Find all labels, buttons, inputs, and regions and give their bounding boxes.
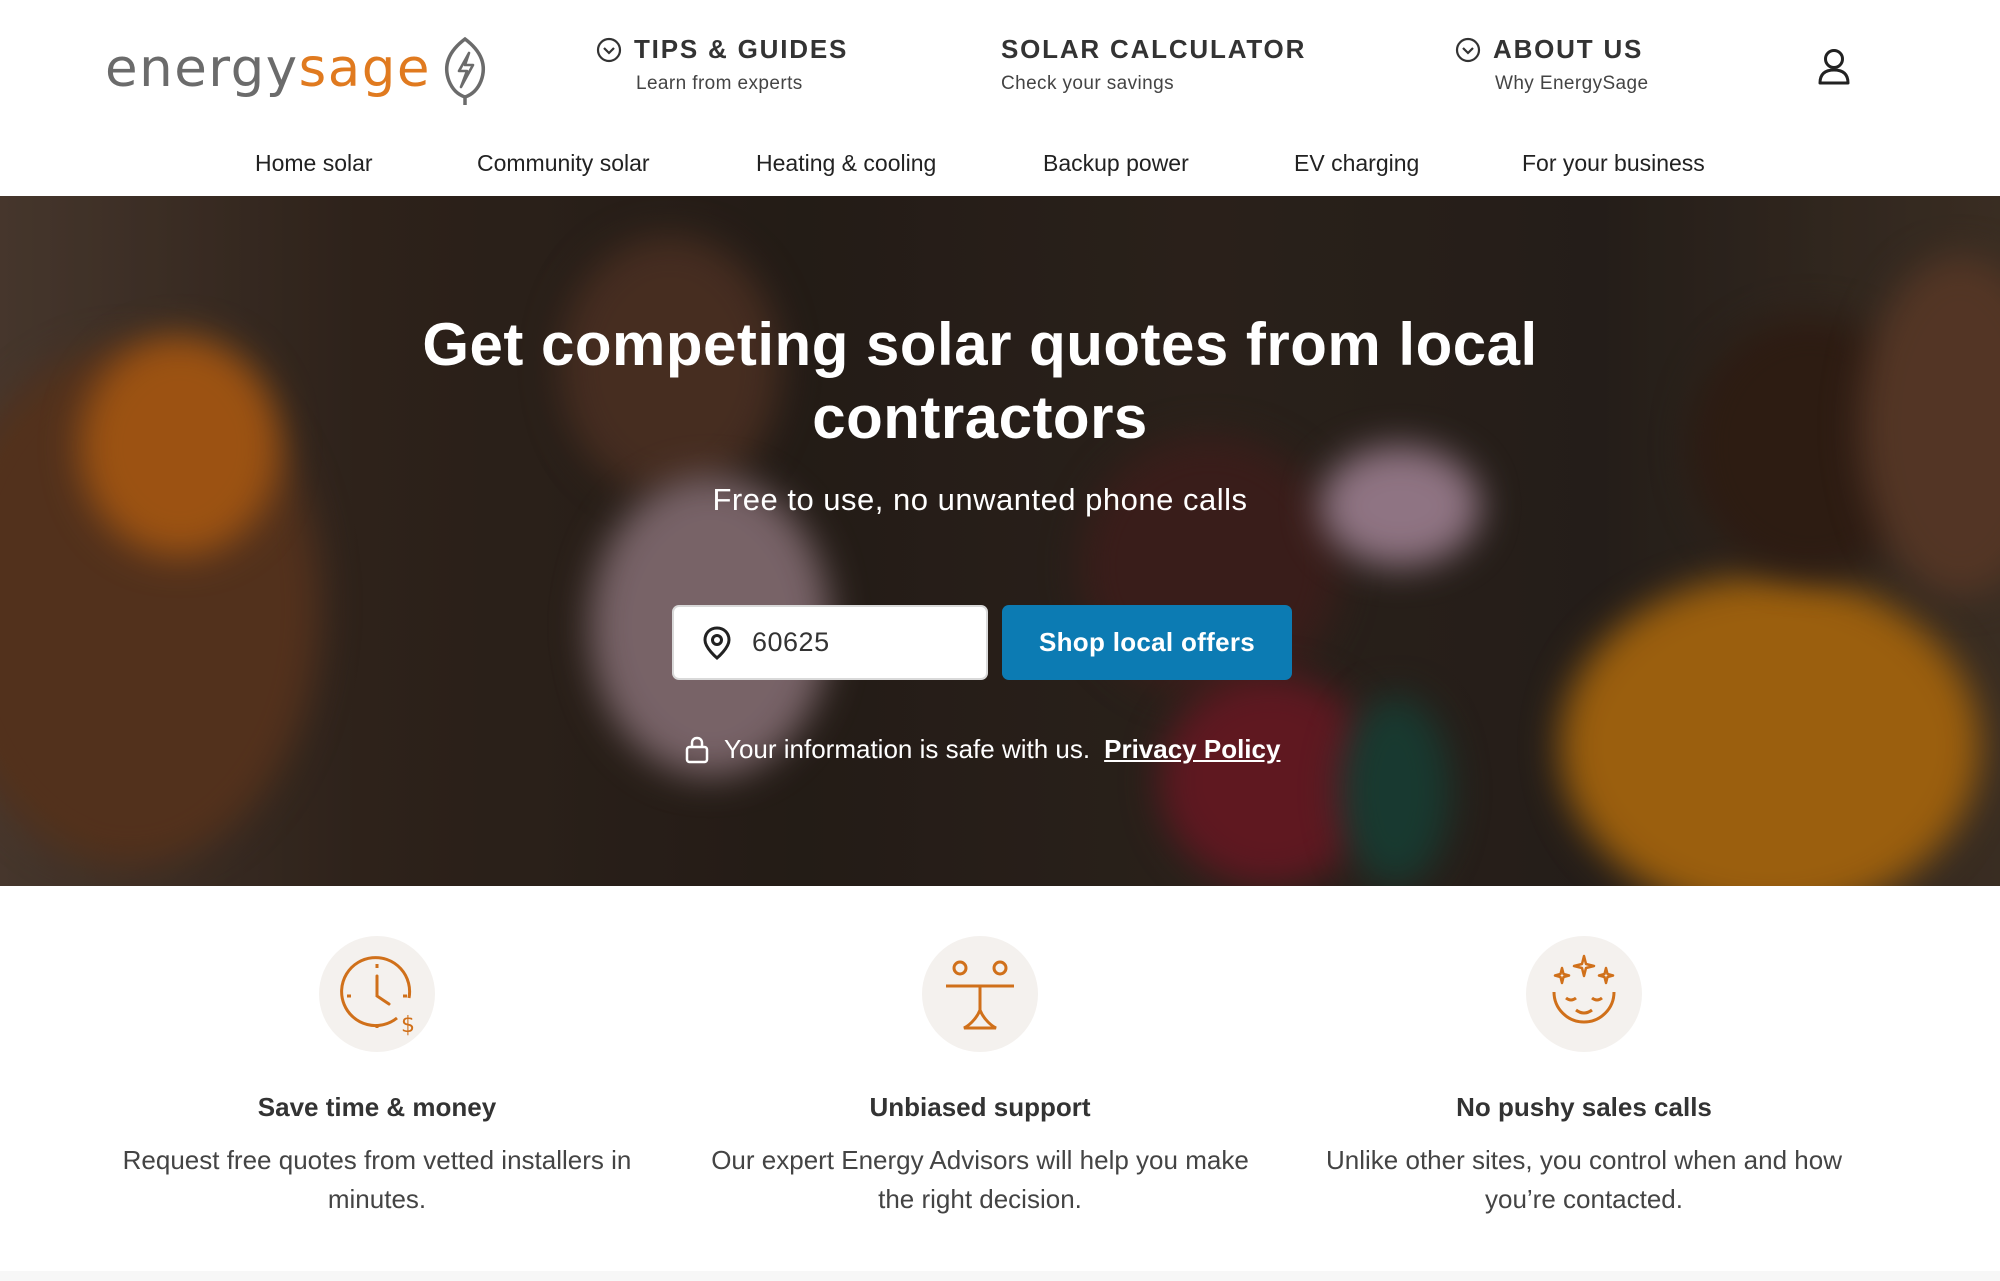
shop-local-offers-button[interactable]: Shop local offers bbox=[1002, 605, 1292, 680]
nav-tips-label: TIPS & GUIDES bbox=[634, 34, 849, 64]
feature-title: No pushy sales calls bbox=[1456, 1092, 1712, 1122]
logo-text-sage: sage bbox=[298, 37, 432, 99]
feature-icon-circle: $ bbox=[319, 936, 435, 1052]
energysage-logo[interactable]: energy sage bbox=[105, 28, 497, 108]
category-nav: Home solar Community solar Heating & coo… bbox=[0, 150, 2000, 186]
calm-face-sparkles-icon bbox=[1552, 954, 1616, 1024]
feature-save-time: $ Save time & money Request free quotes … bbox=[97, 886, 657, 1219]
privacy-policy-link[interactable]: Privacy Policy bbox=[1104, 734, 1280, 765]
leaf-lightning-icon bbox=[444, 36, 486, 105]
nav-about-label: ABOUT US bbox=[1493, 34, 1644, 64]
subnav-backup-power[interactable]: Backup power bbox=[1043, 150, 1189, 177]
lock-icon bbox=[685, 736, 709, 763]
feature-title: Unbiased support bbox=[869, 1092, 1091, 1122]
zip-code-input[interactable] bbox=[752, 627, 952, 658]
hero-tagline: Free to use, no unwanted phone calls bbox=[712, 482, 1248, 517]
balance-scale-icon bbox=[946, 960, 1014, 1030]
subnav-for-your-business[interactable]: For your business bbox=[1522, 150, 1705, 177]
privacy-text: Your information is safe with us. bbox=[724, 734, 1091, 764]
hero-overlay bbox=[0, 196, 2000, 886]
nav-about-sub: Why EnergySage bbox=[1495, 73, 1649, 94]
features-section: $ Save time & money Request free quotes … bbox=[0, 886, 2000, 1271]
feature-unbiased-support: Unbiased support Our expert Energy Advis… bbox=[700, 886, 1260, 1219]
privacy-notice: Your information is safe with us. Privac… bbox=[684, 734, 1280, 765]
site-header: energy sage TIPS & GUIDES Learn from expe… bbox=[0, 0, 2000, 196]
nav-tips-sub: Learn from experts bbox=[636, 73, 803, 94]
feature-title: Save time & money bbox=[257, 1092, 497, 1122]
location-pin-icon bbox=[703, 625, 731, 660]
subnav-heating-cooling[interactable]: Heating & cooling bbox=[756, 150, 936, 177]
nav-about-us[interactable]: ABOUT US Why EnergySage bbox=[1455, 34, 1648, 95]
feature-icon-circle bbox=[922, 936, 1038, 1052]
nav-solar-calculator[interactable]: SOLAR CALCULATOR Check your savings bbox=[1001, 34, 1306, 95]
nav-calc-sub: Check your savings bbox=[1001, 73, 1174, 94]
clock-dollar-icon: $ bbox=[340, 956, 415, 1036]
subnav-home-solar[interactable]: Home solar bbox=[255, 150, 373, 177]
user-icon[interactable] bbox=[1814, 46, 1854, 86]
feature-text: Request free quotes from vetted installe… bbox=[122, 1145, 632, 1214]
subnav-community-solar[interactable]: Community solar bbox=[477, 150, 650, 177]
svg-text:$: $ bbox=[401, 1013, 415, 1036]
nav-tips-guides[interactable]: TIPS & GUIDES Learn from experts bbox=[596, 34, 848, 95]
hero-banner: Get competing solar quotes from local co… bbox=[0, 196, 2000, 886]
chevron-circle-icon bbox=[596, 37, 622, 62]
nav-calc-label: SOLAR CALCULATOR bbox=[1001, 34, 1307, 64]
feature-text: Unlike other sites, you control when and… bbox=[1326, 1145, 1842, 1214]
feature-no-pushy-calls: No pushy sales calls Unlike other sites,… bbox=[1304, 886, 1864, 1219]
logo-text-energy: energy bbox=[105, 37, 299, 99]
chevron-circle-icon bbox=[1455, 37, 1481, 62]
feature-icon-circle bbox=[1526, 936, 1642, 1052]
feature-text: Our expert Energy Advisors will help you… bbox=[711, 1145, 1249, 1214]
zip-code-field[interactable] bbox=[672, 605, 988, 680]
hero-title: Get competing solar quotes from local co… bbox=[422, 311, 1538, 451]
subnav-ev-charging[interactable]: EV charging bbox=[1294, 150, 1419, 177]
